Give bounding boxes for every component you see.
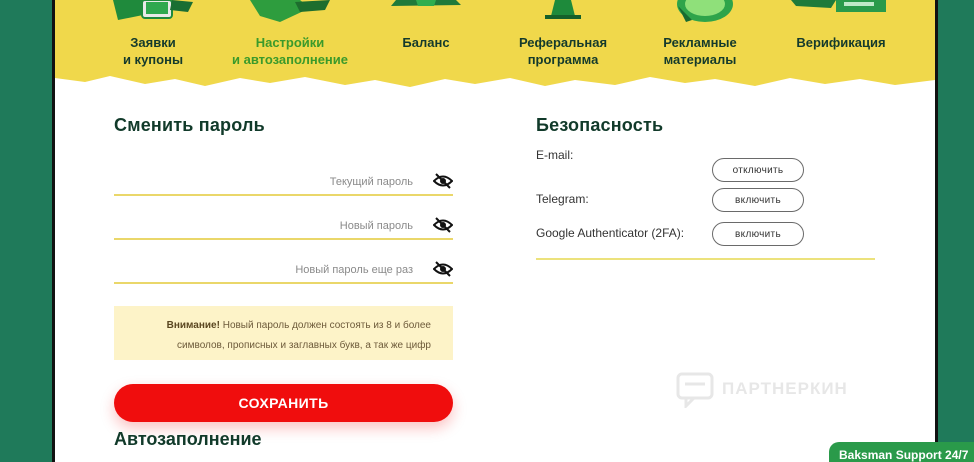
- new-password-placeholder: Новый пароль: [339, 220, 413, 232]
- eye-off-icon[interactable]: [433, 261, 453, 277]
- nav-item-referral[interactable]: Реферальная программа: [493, 0, 633, 67]
- referral-icon: [545, 0, 581, 19]
- verification-icon: [791, 0, 886, 12]
- nav-item-verification[interactable]: Верификация: [771, 0, 911, 50]
- security-title: Безопасность: [536, 115, 664, 135]
- watermark-text: ПАРТНЕРКИН: [722, 379, 848, 398]
- password-notice: Внимание! Новый пароль должен состоять и…: [114, 306, 453, 360]
- security-label: Google Authenticator (2FA):: [536, 226, 685, 240]
- save-button[interactable]: СОХРАНИТЬ: [114, 384, 453, 422]
- support-chat-button[interactable]: Baksman Support 24/7: [829, 442, 974, 462]
- settings-icon: [250, 0, 330, 22]
- eye-off-icon[interactable]: [433, 173, 453, 189]
- nav-label: Верификация: [796, 35, 886, 50]
- new-password-field[interactable]: Новый пароль: [114, 210, 453, 240]
- security-row-2fa: Google Authenticator (2FA): включить: [536, 218, 876, 252]
- ad-materials-icon: [677, 0, 733, 22]
- autofill-title: Автозаполнение: [114, 429, 262, 449]
- current-password-placeholder: Текущий пароль: [329, 176, 413, 188]
- security-label: E-mail:: [536, 148, 574, 162]
- top-nav: Заявки и купоны Настройки и автозаполнен…: [55, 0, 935, 80]
- security-section: Безопасность E-mail: отключить Telegram:…: [536, 115, 876, 260]
- nav-item-balance[interactable]: Баланс: [356, 0, 496, 50]
- eye-off-icon[interactable]: [433, 217, 453, 233]
- security-divider: [536, 258, 875, 260]
- security-row-email: E-mail: отключить: [536, 148, 876, 184]
- telegram-toggle-button[interactable]: включить: [712, 188, 804, 212]
- nav-label: Заявки и купоны: [122, 35, 184, 67]
- balance-icon: [391, 0, 461, 6]
- nav-item-settings[interactable]: Настройки и автозаполнение: [220, 0, 360, 67]
- security-label: Telegram:: [536, 192, 589, 206]
- 2fa-toggle-button[interactable]: включить: [712, 222, 804, 246]
- email-toggle-button[interactable]: отключить: [712, 158, 804, 182]
- repeat-password-field[interactable]: Новый пароль еще раз: [114, 254, 453, 284]
- security-row-telegram: Telegram: включить: [536, 184, 876, 218]
- watermark: ПАРТНЕРКИН: [676, 370, 848, 408]
- change-password-title: Сменить пароль: [114, 115, 265, 135]
- change-password-section: Сменить пароль Текущий пароль Новый паро…: [114, 115, 454, 422]
- repeat-password-placeholder: Новый пароль еще раз: [295, 264, 413, 276]
- phone-coupon-icon: [113, 0, 193, 20]
- nav-item-ad-materials[interactable]: Рекламные материалы: [630, 0, 770, 67]
- nav-label: Баланс: [402, 35, 450, 50]
- notice-bold: Внимание!: [166, 320, 220, 331]
- nav-label: Реферальная программа: [518, 35, 608, 67]
- nav-label: Рекламные материалы: [663, 35, 737, 67]
- nav-item-requests[interactable]: Заявки и купоны: [83, 0, 223, 67]
- nav-label: Настройки и автозаполнение: [231, 35, 349, 67]
- current-password-field[interactable]: Текущий пароль: [114, 166, 453, 196]
- chat-bubble-icon: [676, 372, 714, 408]
